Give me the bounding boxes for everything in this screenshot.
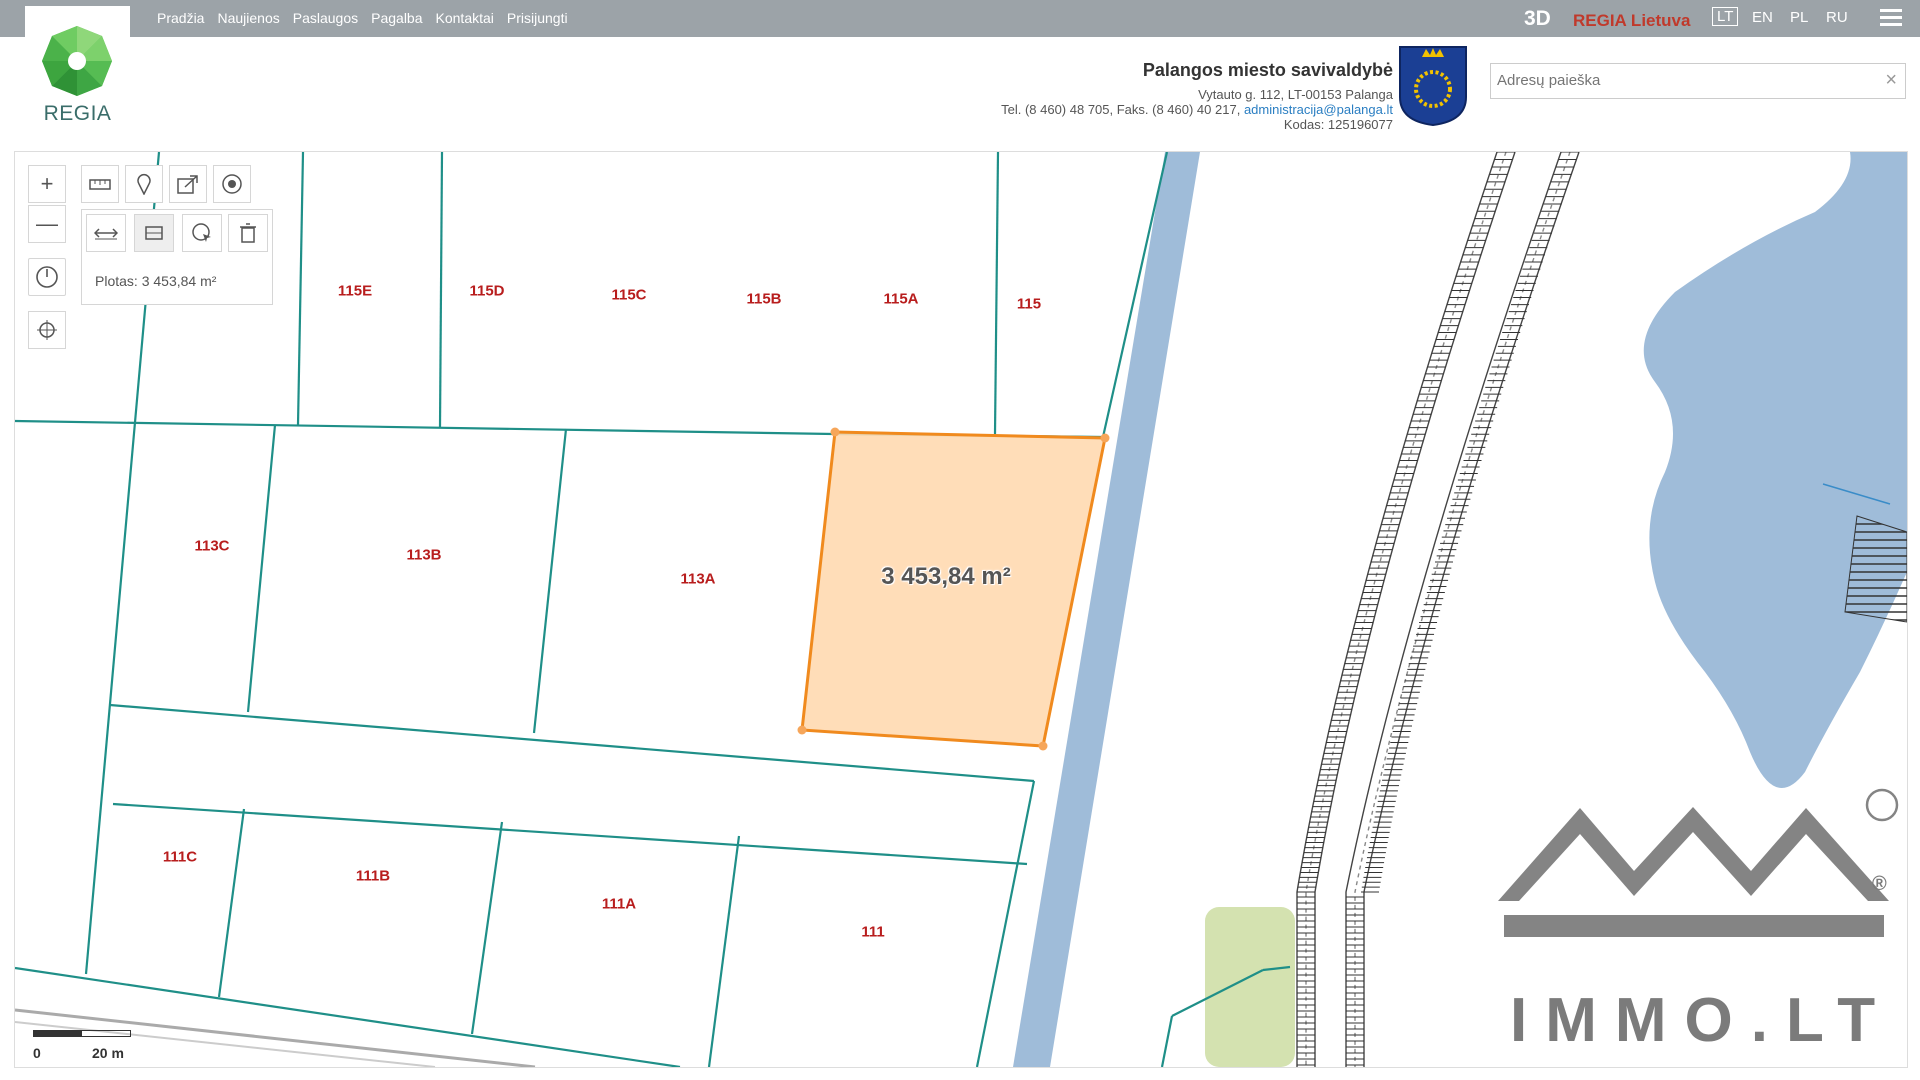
lang-en[interactable]: EN	[1752, 9, 1773, 26]
municipality-email-link[interactable]: administracija@palanga.lt	[1244, 102, 1393, 117]
target-icon	[222, 174, 242, 194]
municipality-contacts: Tel. (8 460) 48 705, Faks. (8 460) 40 21…	[1001, 102, 1393, 117]
plot-label-115c: 115C	[611, 286, 647, 304]
share-icon	[177, 175, 198, 194]
plot-label-113c: 113C	[194, 537, 230, 555]
history-button[interactable]	[28, 258, 66, 296]
measure-panel	[81, 209, 273, 305]
nav-item-kontaktai[interactable]: Kontaktai	[436, 10, 494, 26]
map-pin-icon	[137, 174, 151, 195]
pin-tool-button[interactable]	[125, 165, 163, 203]
nav-item-pradzia[interactable]: Pradžia	[157, 10, 204, 26]
scale-bar	[33, 1030, 131, 1037]
nav-item-paslaugos[interactable]: Paslaugos	[293, 10, 358, 26]
regia-logo[interactable]: REGIA	[25, 6, 130, 145]
nav-item-prisijungti[interactable]: Prisijungti	[507, 10, 568, 26]
measure-area-button[interactable]	[134, 214, 174, 252]
measured-area-text: Plotas: 3 453,84 m²	[95, 273, 217, 289]
municipality-title: Palangos miesto savivaldybė	[1142, 60, 1393, 80]
scale-distance-label: 20 m	[92, 1045, 124, 1061]
registered-mark: ®	[1872, 873, 1887, 895]
delete-measure-button[interactable]	[228, 214, 268, 252]
zoom-out-button[interactable]: —	[28, 205, 66, 243]
ruler-icon	[89, 179, 111, 190]
clock-icon	[36, 266, 58, 288]
plot-label-111a: 111A	[601, 895, 637, 913]
regia-logo-icon	[42, 26, 112, 96]
scale-zero-label: 0	[33, 1045, 41, 1061]
plot-label-115d: 115D	[469, 282, 505, 300]
address-search-input[interactable]	[1491, 64, 1873, 96]
top-bar: Pradžia Naujienos Paslaugos Pagalba Kont…	[0, 0, 1920, 37]
plot-label-115: 115	[1016, 295, 1042, 313]
locate-button[interactable]	[28, 311, 66, 349]
plot-label-111c: 111C	[162, 848, 198, 866]
crosshair-icon	[37, 320, 57, 340]
address-search: ×	[1490, 63, 1906, 99]
menu-icon[interactable]	[1880, 9, 1902, 30]
lang-lt[interactable]: LT	[1712, 7, 1739, 26]
plot-label-115a: 115A	[883, 290, 919, 308]
measure-tool-button[interactable]	[81, 165, 119, 203]
distance-icon	[94, 228, 118, 240]
clear-search-icon[interactable]: ×	[1885, 69, 1897, 92]
plot-label-111: 111	[861, 923, 885, 941]
lake-shape	[1643, 152, 1907, 788]
plot-label-113a: 113A	[680, 570, 716, 588]
palanga-crest-icon	[1399, 46, 1467, 127]
plot-label-113b: 113B	[406, 546, 442, 564]
share-button[interactable]	[169, 165, 207, 203]
lang-pl[interactable]: PL	[1790, 9, 1808, 26]
plot-label-115e: 115E	[337, 282, 373, 300]
nav-item-pagalba[interactable]: Pagalba	[371, 10, 422, 26]
nav-item-naujienos[interactable]: Naujienos	[217, 10, 279, 26]
globe-cursor-icon	[192, 223, 211, 242]
record-button[interactable]	[213, 165, 251, 203]
zoom-in-button[interactable]: +	[28, 165, 66, 203]
lang-ru[interactable]: RU	[1826, 9, 1848, 26]
regia-logo-text: REGIA	[43, 102, 112, 125]
main-nav: Pradžia Naujienos Paslaugos Pagalba Kont…	[157, 10, 568, 26]
select-parcel-button[interactable]	[182, 214, 222, 252]
regia-lietuva-link[interactable]: REGIA Lietuva	[1573, 11, 1690, 31]
municipality-phone: Tel. (8 460) 48 705, Faks. (8 460) 40 21…	[1001, 102, 1241, 117]
green-area	[1205, 907, 1295, 1067]
trash-icon	[240, 223, 256, 243]
3d-toggle[interactable]: 3D	[1524, 7, 1551, 31]
selected-area-label: 3 453,84 m²	[881, 563, 1011, 590]
plot-label-115b: 115B	[746, 290, 782, 308]
immo-logo-icon	[1498, 788, 1899, 937]
measure-distance-button[interactable]	[86, 214, 126, 252]
immo-watermark-text: IMMO.LT	[1510, 986, 1894, 1055]
plot-label-111b: 111B	[355, 867, 391, 885]
municipality-code: Kodas: 125196077	[1283, 117, 1393, 132]
area-icon	[145, 226, 163, 240]
municipality-address: Vytauto g. 112, LT-00153 Palanga	[1198, 87, 1393, 102]
